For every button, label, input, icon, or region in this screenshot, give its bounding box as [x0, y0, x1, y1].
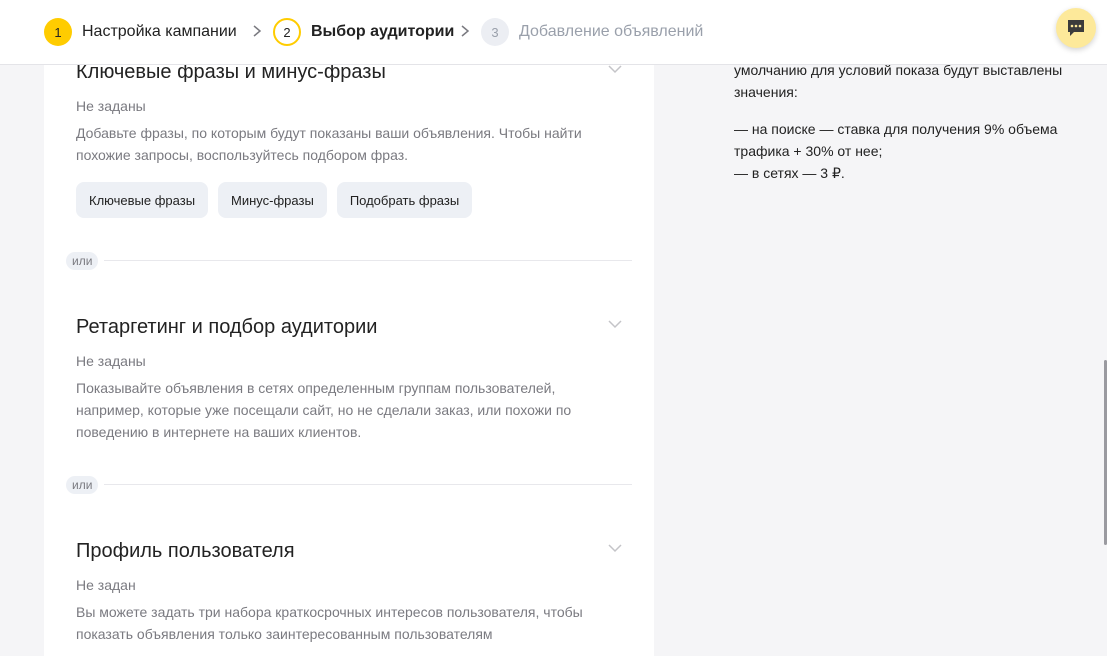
chevron-down-icon[interactable]	[607, 319, 623, 329]
or-badge: или	[66, 252, 99, 270]
targeting-card: Ключевые фразы и минус-фразы Не заданы Д…	[44, 0, 654, 656]
section-keywords: Ключевые фразы и минус-фразы Не заданы Д…	[76, 61, 636, 218]
chevron-right-icon	[461, 25, 470, 37]
chat-icon	[1068, 20, 1084, 36]
step-campaign-settings[interactable]: 1 Настройка кампании	[44, 18, 237, 46]
section-description: Добавьте фразы, по которым будут показан…	[76, 125, 582, 163]
keywords-button-row: Ключевые фразы Минус-фразы Подобрать фра…	[76, 182, 636, 218]
step-label: Добавление объявлений	[519, 23, 704, 40]
chevron-down-icon[interactable]	[607, 64, 623, 74]
step-number: 3	[481, 18, 509, 46]
pick-phrases-button[interactable]: Подобрать фразы	[336, 182, 473, 218]
keywords-button[interactable]: Ключевые фразы	[76, 182, 209, 218]
section-retargeting: Ретаргетинг и подбор аудитории Не заданы…	[76, 316, 636, 443]
bid-info-panel: умолчанию для условий показа будут выста…	[734, 62, 1063, 181]
section-description: Вы можете задать три набора краткосрочны…	[76, 604, 583, 642]
step-label: Выбор аудитории	[311, 23, 455, 40]
step-number: 1	[44, 18, 72, 46]
step-audience[interactable]: 2 Выбор аудитории	[273, 18, 454, 46]
section-title: Ретаргетинг и подбор аудитории	[76, 316, 378, 338]
chevron-down-icon[interactable]	[607, 543, 623, 553]
step-label: Настройка кампании	[82, 23, 237, 40]
section-title: Профиль пользователя	[76, 540, 295, 562]
minus-phrases-button[interactable]: Минус-фразы	[218, 182, 327, 218]
or-badge: или	[66, 476, 99, 494]
chat-button[interactable]	[1056, 8, 1096, 48]
or-divider: или	[64, 476, 632, 494]
chevron-right-icon	[253, 25, 262, 37]
or-divider: или	[64, 252, 632, 270]
section-user-profile: Профиль пользователя Не задан Вы можете …	[76, 540, 636, 645]
section-status: Не задан	[76, 577, 136, 593]
step-ads[interactable]: 3 Добавление объявлений	[481, 18, 703, 46]
step-number: 2	[273, 18, 301, 46]
campaign-stepper: 1 Настройка кампании 2 Выбор аудитории 3…	[0, 0, 1107, 65]
section-status: Не заданы	[76, 98, 146, 114]
section-description: Показывайте объявления в сетях определен…	[76, 380, 572, 440]
section-status: Не заданы	[76, 353, 146, 369]
